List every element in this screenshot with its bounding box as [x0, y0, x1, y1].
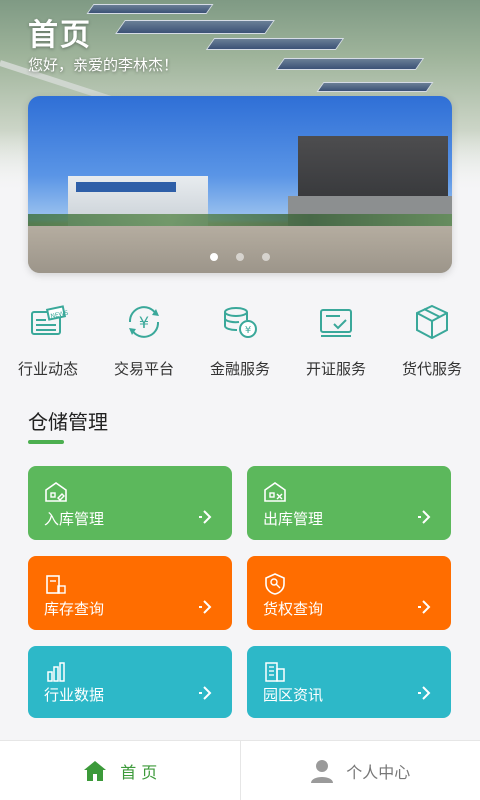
- user-icon: [311, 759, 334, 783]
- service-label: 货代服务: [401, 360, 462, 378]
- tile-label: 入库管理: [44, 510, 105, 528]
- nav-profile[interactable]: 个人中心: [239, 741, 480, 800]
- ownership-icon: [265, 573, 285, 595]
- service-certificate[interactable]: 开证服务: [288, 300, 384, 380]
- coins-icon: ¥: [223, 307, 257, 338]
- section-underline: [28, 440, 64, 444]
- service-finance[interactable]: ¥ 金融服务: [192, 300, 288, 380]
- warehouse-out-icon: [264, 482, 286, 502]
- page-title: 首页: [28, 18, 92, 53]
- tile-stock-out[interactable]: 出库管理: [247, 466, 451, 540]
- building-icon: [265, 662, 285, 682]
- service-label: 行业动态: [17, 360, 78, 378]
- arrow-right-icon: [199, 510, 212, 524]
- tile-label: 出库管理: [263, 510, 324, 528]
- section-title: 仓储管理: [28, 410, 108, 434]
- inventory-icon: [46, 575, 66, 594]
- nav-home-label: 首 页: [120, 762, 158, 782]
- greeting-text: 您好，亲爱的李林杰！: [28, 56, 179, 74]
- package-icon: [416, 304, 448, 340]
- carousel-indicators: [28, 253, 452, 261]
- banner-carousel[interactable]: [28, 96, 452, 273]
- warehouse-in-icon: [45, 482, 67, 502]
- service-label: 交易平台: [113, 360, 174, 378]
- arrow-right-icon: [418, 510, 431, 524]
- arrow-right-icon: [418, 600, 431, 614]
- home-icon: [84, 760, 107, 781]
- arrow-right-icon: [199, 686, 212, 700]
- tile-park-news[interactable]: 园区资讯: [247, 646, 451, 718]
- carousel-dot[interactable]: [262, 253, 270, 261]
- svg-text:¥: ¥: [245, 325, 251, 336]
- service-label: 开证服务: [305, 360, 366, 378]
- bar-chart-icon: [47, 662, 65, 682]
- services-row: NEWS 行业动态 ¥ 交易平台 ¥ 金融服务 开证服务 货代服务: [0, 300, 480, 380]
- nav-home[interactable]: 首 页: [0, 741, 240, 800]
- tile-stock-in[interactable]: 入库管理: [28, 466, 232, 540]
- yen-exchange-icon: ¥: [128, 306, 160, 338]
- service-industry-news[interactable]: NEWS 行业动态: [0, 300, 96, 380]
- tile-label: 园区资讯: [263, 686, 324, 704]
- bottom-nav: 首 页 个人中心: [0, 740, 480, 800]
- tile-label: 行业数据: [44, 686, 105, 704]
- carousel-dot[interactable]: [210, 253, 218, 261]
- tile-label: 货权查询: [263, 600, 324, 618]
- tile-industry-data[interactable]: 行业数据: [28, 646, 232, 718]
- service-trade-platform[interactable]: ¥ 交易平台: [96, 300, 192, 380]
- svg-text:¥: ¥: [139, 313, 149, 332]
- tile-ownership-query[interactable]: 货权查询: [247, 556, 451, 630]
- service-label: 金融服务: [209, 360, 270, 378]
- arrow-right-icon: [199, 600, 212, 614]
- banner-image-building-right: [288, 136, 452, 226]
- certificate-icon: [320, 309, 352, 337]
- tile-inventory-query[interactable]: 库存查询: [28, 556, 232, 630]
- arrow-right-icon: [418, 686, 431, 700]
- newspaper-icon: NEWS: [31, 305, 69, 335]
- nav-profile-label: 个人中心: [346, 762, 411, 782]
- service-forwarding[interactable]: 货代服务: [384, 300, 480, 380]
- tile-label: 库存查询: [44, 600, 105, 618]
- carousel-dot[interactable]: [236, 253, 244, 261]
